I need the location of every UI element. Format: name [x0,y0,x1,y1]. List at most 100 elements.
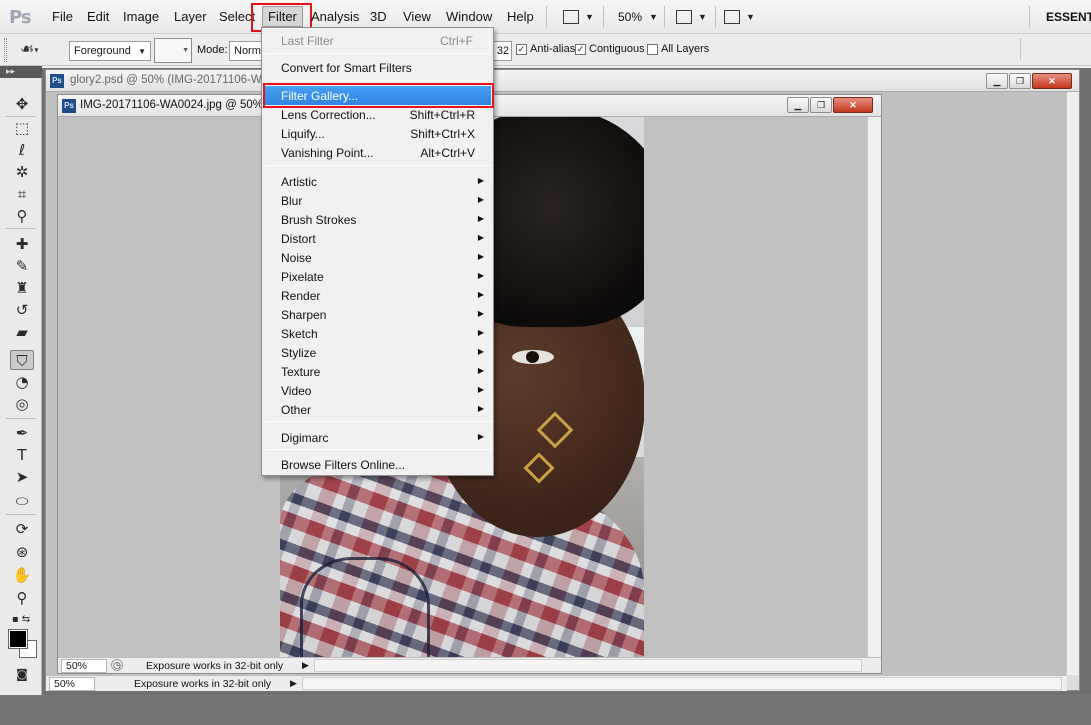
restore-icon[interactable]: ❐ [810,97,832,113]
menu-separator [266,53,491,54]
menu-help[interactable]: Help [507,9,534,24]
menu-edit[interactable]: Edit [87,9,109,24]
all-layers-label: All Layers [661,43,710,55]
fill-source-select[interactable]: Foreground ▼ [69,41,151,61]
all-layers-checkbox[interactable] [647,44,658,55]
ellipse-icon[interactable]: ⬭ [10,491,34,511]
menu-image[interactable]: Image [123,9,159,24]
history-brush-icon[interactable]: ↺ [10,300,34,320]
menu-item-blur[interactable]: Blur ▶ [264,191,491,210]
menu-item-texture[interactable]: Texture ▶ [264,362,491,381]
restore-icon[interactable]: ❐ [1009,73,1031,89]
menu-item-sharpen[interactable]: Sharpen ▶ [264,305,491,324]
menu-item-render[interactable]: Render ▶ [264,286,491,305]
blur-icon[interactable]: ◔ [10,372,34,392]
submenu-arrow-icon: ▶ [477,271,484,280]
menu-item-sketch[interactable]: Sketch ▶ [264,324,491,343]
document-title: glory2.psd @ 50% (IMG-20171106-W... [70,74,271,86]
menu-analysis[interactable]: Analysis [311,9,359,24]
menu-item-stylize[interactable]: Stylize ▶ [264,343,491,362]
menu-layer[interactable]: Layer [174,9,207,24]
zoom-field[interactable]: 50% [49,677,95,691]
menu-item-noise[interactable]: Noise ▶ [264,248,491,267]
marquee-icon[interactable]: ⬚ [10,118,34,138]
menu-3d[interactable]: 3D [370,9,387,24]
path-selection-icon[interactable]: ➤ [10,467,34,487]
horizontal-scrollbar[interactable] [302,677,1062,690]
antialias-checkbox[interactable]: ✓ [516,44,527,55]
status-menu-arrow-icon[interactable]: ▶ [288,677,299,690]
menu-item-label: Sketch [281,327,318,341]
menu-item-convert-smart-filters[interactable]: Convert for Smart Filters [264,58,491,77]
lasso-icon[interactable]: ℓ [10,140,34,160]
zoom-field[interactable]: 50% [61,659,107,673]
menu-window[interactable]: Window [446,9,492,24]
quick-mask-icon[interactable]: ◙ [10,664,34,684]
menu-item-browse-filters-online[interactable]: Browse Filters Online... [264,455,491,474]
eraser-icon[interactable]: ▰ [10,322,34,342]
chevron-down-icon[interactable]: ▼ [746,12,755,22]
vertical-scrollbar[interactable] [1066,92,1079,675]
minimize-icon[interactable]: ▁ [787,97,809,113]
close-icon[interactable]: ✕ [1032,73,1072,89]
hand-icon[interactable]: ✋ [10,565,34,585]
menu-view[interactable]: View [403,9,431,24]
foreground-color-swatch[interactable] [8,629,28,649]
3d-rotate-icon[interactable]: ⟳ [10,519,34,539]
horizontal-scrollbar[interactable] [314,659,862,672]
status-menu-arrow-icon[interactable]: ▶ [300,659,311,672]
contiguous-checkbox[interactable]: ✓ [575,44,586,55]
menu-item-lens-correction[interactable]: Lens Correction... Shift+Ctrl+R [264,105,491,124]
panel-collapse-bar[interactable]: ▸▸ [0,66,42,78]
menu-item-other[interactable]: Other ▶ [264,400,491,419]
pattern-picker[interactable]: ▼ [154,38,192,63]
tolerance-field[interactable]: 32 [492,41,512,61]
status-bar: 50% Exposure works in 32-bit only ▶ [46,675,1067,691]
document-title-bar[interactable]: Ps glory2.psd @ 50% (IMG-20171106-W... ▁… [46,70,1079,92]
menu-item-video[interactable]: Video ▶ [264,381,491,400]
paint-bucket-icon[interactable]: ☙▾ [20,39,50,61]
status-info-icon[interactable]: ◷ [111,659,123,671]
screen-mode-icon[interactable] [724,10,740,24]
workspace-switcher[interactable]: ESSENT [1046,10,1091,24]
clone-stamp-icon[interactable]: ♜ [10,278,34,298]
menu-item-liquify[interactable]: Liquify... Shift+Ctrl+X [264,124,491,143]
submenu-arrow-icon: ▶ [477,290,484,299]
move-icon[interactable]: ✥ [10,94,34,114]
3d-orbit-icon[interactable]: ⊛ [10,542,34,562]
vertical-scrollbar[interactable] [867,117,881,657]
menu-item-artistic[interactable]: Artistic ▶ [264,172,491,191]
menu-item-pixelate[interactable]: Pixelate ▶ [264,267,491,286]
crop-icon[interactable]: ⌗ [10,184,34,204]
quick-selection-icon[interactable]: ✲ [10,162,34,182]
minimize-icon[interactable]: ▁ [986,73,1008,89]
chevron-down-icon[interactable]: ▼ [698,12,707,22]
zoom-icon[interactable]: ⚲ [10,588,34,608]
swap-colors-icon[interactable]: ▪ ⇆ [6,610,36,630]
menu-item-shortcut: Alt+Ctrl+V [420,146,475,160]
menu-file[interactable]: File [52,9,73,24]
healing-brush-icon[interactable]: ✚ [10,234,34,254]
paint-bucket-icon[interactable]: ⛉ [10,350,34,370]
menu-item-label: Sharpen [281,308,327,322]
launch-bridge-icon[interactable] [563,10,579,24]
menu-item-vanishing-point[interactable]: Vanishing Point... Alt+Ctrl+V [264,143,491,162]
arrange-documents-icon[interactable] [676,10,692,24]
menu-item-distort[interactable]: Distort ▶ [264,229,491,248]
chevron-down-icon[interactable]: ▼ [649,12,658,22]
eyedropper-icon[interactable]: ⚲ [10,206,34,226]
menu-item-digimarc[interactable]: Digimarc ▶ [264,428,491,447]
brush-icon[interactable]: ✎ [10,256,34,276]
submenu-arrow-icon: ▶ [477,233,484,242]
pen-icon[interactable]: ✒ [10,423,34,443]
menu-item-brush-strokes[interactable]: Brush Strokes ▶ [264,210,491,229]
chevron-down-icon[interactable]: ▼ [585,12,594,22]
dodge-icon[interactable]: ◎ [10,394,34,414]
type-icon[interactable]: T [10,445,34,465]
menu-separator [715,6,716,28]
grip-handle[interactable] [4,38,7,62]
close-icon[interactable]: ✕ [833,97,873,113]
menu-select[interactable]: Select [219,9,255,24]
zoom-level[interactable]: 50% [618,10,642,24]
menu-item-last-filter[interactable]: Last Filter Ctrl+F [264,31,491,50]
